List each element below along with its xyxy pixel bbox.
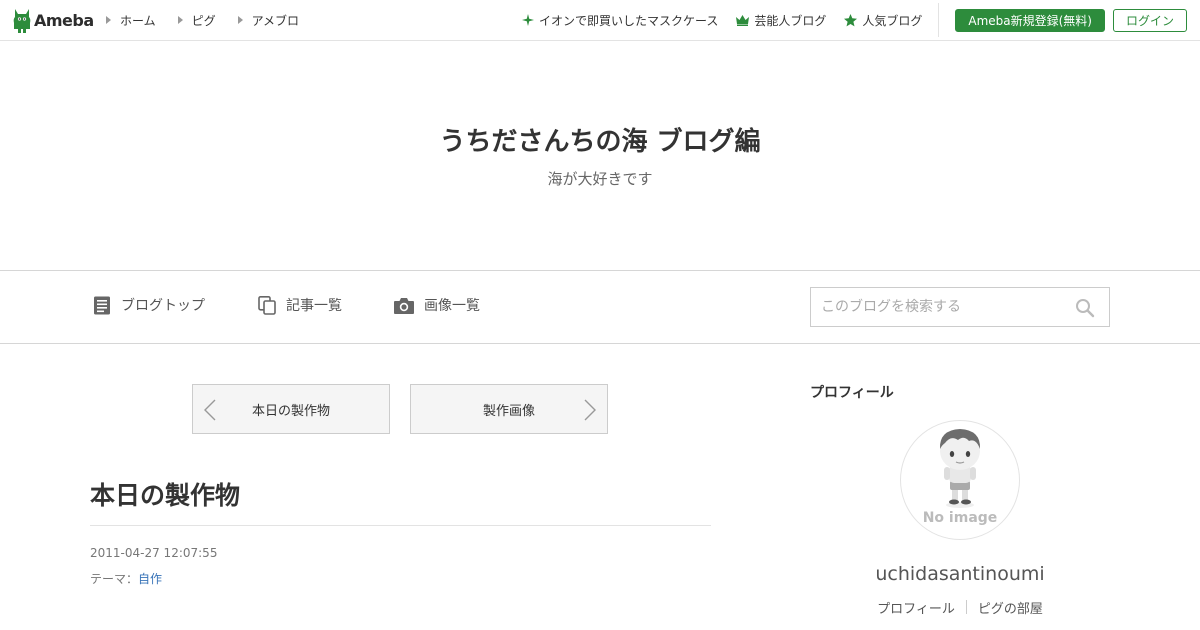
nav-label: 画像一覧 (424, 298, 480, 314)
pigg-avatar-icon (939, 429, 981, 508)
chevron-left-icon (204, 399, 216, 421)
blog-title[interactable]: うちださんちの海 ブログ編 (0, 121, 1200, 158)
star-icon (844, 13, 858, 26)
profile-heading: プロフィール (810, 385, 894, 401)
prev-entry-button[interactable]: 本日の製作物 (192, 384, 390, 434)
popular-blog-label: 人気ブログ (862, 13, 923, 28)
next-entry-button[interactable]: 製作画像 (410, 384, 608, 434)
avatar[interactable]: No image (900, 420, 1020, 540)
popular-blog-link[interactable]: 人気ブログ (844, 12, 922, 29)
ameba-logo[interactable]: Ameba (12, 7, 94, 33)
blog-nav: ブログトップ 記事一覧 画像一覧 (0, 270, 1200, 344)
camera-icon (394, 297, 414, 314)
trending-topic-link[interactable]: イオンで即買いしたマスクケース (521, 12, 719, 29)
triangle-right-icon (237, 16, 243, 24)
search-icon[interactable] (1075, 298, 1095, 318)
global-nav-pigg[interactable]: ピグ (177, 12, 216, 29)
nav-image-list[interactable]: 画像一覧 (394, 295, 480, 315)
global-nav: ホーム ピグ アメブロ (106, 0, 321, 40)
triangle-right-icon (106, 16, 111, 24)
header-actions: イオンで即買いしたマスクケース 芸能人ブログ 人気ブログ Ameba新規登録(無… (521, 0, 1200, 40)
entry-theme-label: テーマ： (90, 572, 139, 586)
nav-blog-top[interactable]: ブログトップ (93, 295, 205, 315)
global-nav-home[interactable]: ホーム (106, 12, 156, 29)
global-header: Ameba ホーム ピグ アメブロ イオンで即買いしたマスクケース 芸能人ブログ… (0, 0, 1200, 41)
entry-theme: テーマ： 自作 (90, 570, 162, 587)
celebrity-blog-link[interactable]: 芸能人ブログ (736, 12, 826, 29)
pigg-room-link[interactable]: ピグの部屋 (978, 598, 1043, 617)
triangle-right-icon (177, 16, 183, 24)
blog-description: 海が大好きです (547, 170, 653, 188)
document-icon (94, 296, 110, 314)
global-nav-ameblo[interactable]: アメブロ (237, 12, 300, 29)
nav-label: 記事一覧 (286, 298, 342, 314)
copy-icon (258, 295, 276, 315)
link-divider (965, 600, 967, 614)
sparkle-icon (521, 14, 534, 26)
celebrity-blog-label: 芸能人ブログ (754, 13, 827, 28)
logo-text: Ameba (34, 10, 94, 30)
blog-header: うちださんちの海 ブログ編 海が大好きです (0, 41, 1200, 270)
trending-topic-label: イオンで即買いしたマスクケース (538, 13, 719, 28)
global-nav-label: ホーム (120, 13, 156, 28)
search-input[interactable] (811, 288, 1067, 326)
login-button[interactable]: ログイン (1113, 8, 1187, 32)
crown-icon (736, 14, 750, 26)
global-nav-label: アメブロ (251, 13, 300, 28)
chevron-right-icon (584, 399, 596, 421)
profile-link[interactable]: プロフィール (877, 598, 955, 617)
profile-links: プロフィール ピグの部屋 (810, 598, 1110, 617)
no-image-label: No image (922, 510, 998, 526)
next-entry-label: 製作画像 (482, 403, 535, 419)
blog-search (810, 287, 1110, 327)
header-divider (938, 3, 940, 37)
prev-entry-label: 本日の製作物 (251, 403, 330, 419)
entry-date: 2011-04-27 12:07:55 (90, 546, 218, 560)
global-nav-label: ピグ (191, 13, 216, 28)
nav-label: ブログトップ (121, 298, 205, 314)
profile-name[interactable]: uchidasantinoumi (810, 563, 1110, 585)
ameba-mascot-icon (13, 9, 31, 33)
register-button[interactable]: Ameba新規登録(無料) (955, 8, 1105, 32)
entry-divider (90, 525, 711, 526)
entry-theme-link[interactable]: 自作 (138, 570, 162, 587)
entry-title[interactable]: 本日の製作物 (90, 476, 240, 512)
nav-entry-list[interactable]: 記事一覧 (258, 295, 342, 315)
